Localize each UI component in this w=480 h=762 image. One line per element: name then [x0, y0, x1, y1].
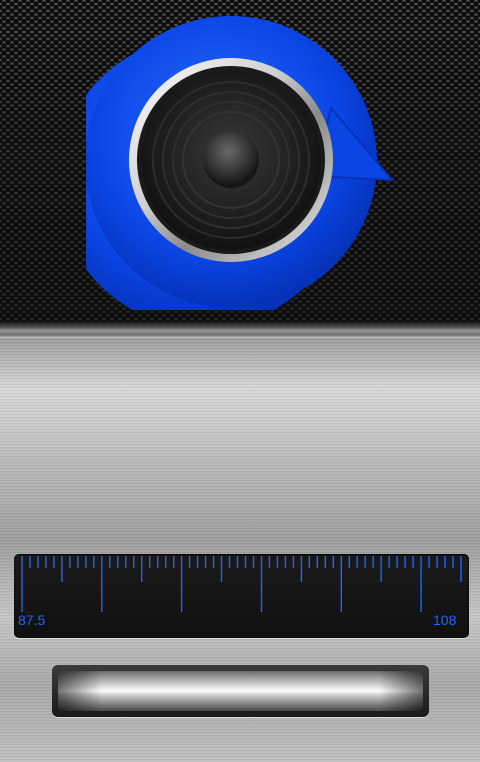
speaker-refresh-icon[interactable]	[86, 14, 396, 310]
frequency-scale	[14, 554, 469, 638]
section-divider	[0, 322, 480, 338]
scale-max-label: 108	[433, 612, 457, 628]
tuning-slider[interactable]	[58, 671, 423, 711]
scale-min-label: 87.5	[18, 612, 46, 628]
scale-ticks	[21, 556, 462, 612]
